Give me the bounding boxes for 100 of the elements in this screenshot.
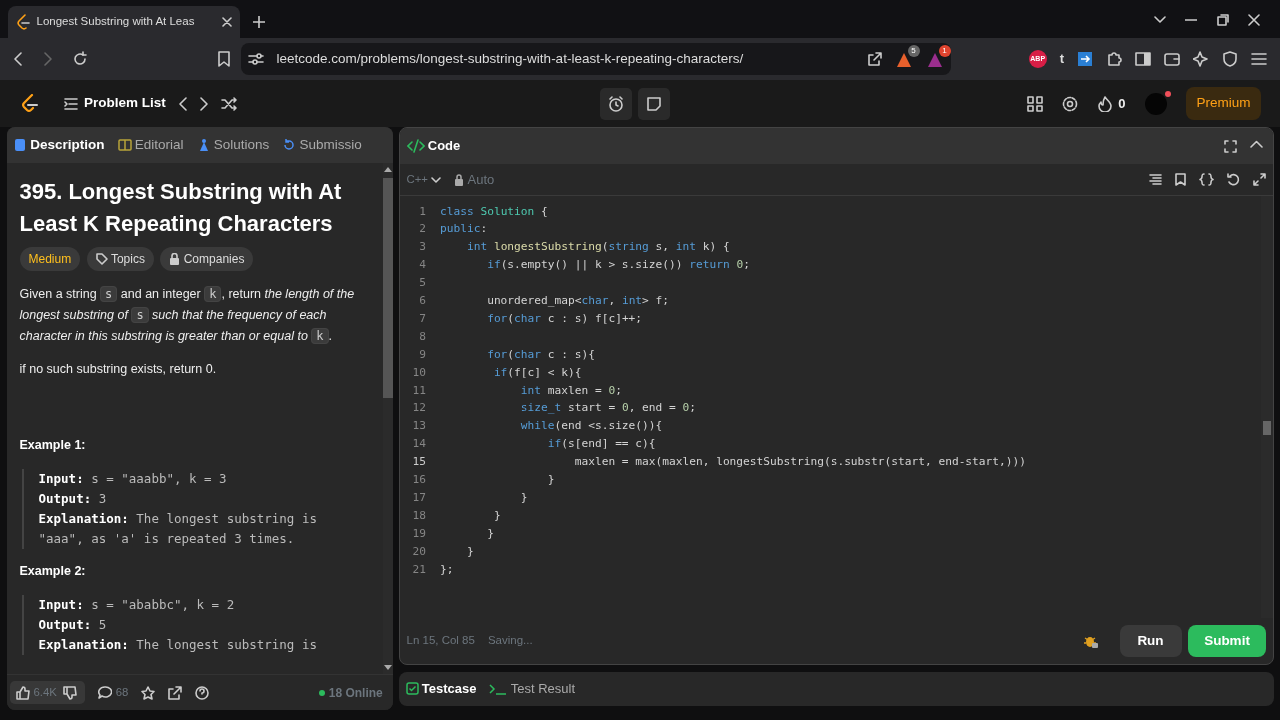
line-number: 21 xyxy=(411,561,427,578)
scrollbar-thumb[interactable] xyxy=(382,178,393,398)
line-number: 6 xyxy=(418,293,427,310)
problem-list-button[interactable]: Problem List xyxy=(63,93,166,114)
code-line: } xyxy=(492,507,501,524)
panel-tab[interactable]: Test Result xyxy=(489,678,575,699)
external-link-icon[interactable] xyxy=(168,685,183,700)
thumbs-down-icon[interactable] xyxy=(63,685,78,700)
line-number: 15 xyxy=(411,454,427,471)
scroll-down-icon[interactable] xyxy=(383,665,392,670)
history-icon xyxy=(282,138,297,152)
code-line: if(s[end] == c){ xyxy=(546,436,656,453)
code-line: for(char c : s){ xyxy=(486,346,595,363)
sparkle-icon[interactable] xyxy=(1193,51,1209,67)
restore-icon[interactable] xyxy=(1216,14,1229,26)
triangle-icon[interactable] xyxy=(926,52,943,69)
save-status: Saving... xyxy=(487,633,533,649)
problem-title: 395. Longest Substring with At Least K Repeating Characters xyxy=(19,178,343,238)
forward-icon[interactable] xyxy=(42,52,53,66)
list-icon xyxy=(63,97,78,110)
panel-tab[interactable]: Submissio xyxy=(282,134,362,156)
new-tab-icon[interactable] xyxy=(253,16,265,28)
leetcode-logo-icon xyxy=(16,14,30,30)
next-icon[interactable] xyxy=(199,96,208,111)
example-line: Input: s = "ababbc", k = 2 xyxy=(38,595,236,614)
flame-icon[interactable] xyxy=(1097,95,1112,112)
prev-icon[interactable] xyxy=(178,96,187,111)
problem-description: Given a string s and an integer k , return the length of the longest substring of s such that the frequency of each character in this substring is greater than or equal to k . xyxy=(19,284,356,346)
wallet-icon[interactable] xyxy=(1164,51,1180,67)
panel-tab[interactable]: Testcase xyxy=(405,678,477,699)
tag-button[interactable]: Topics xyxy=(86,246,154,271)
panel-tab[interactable]: Editorial xyxy=(117,134,184,156)
settings-icon[interactable] xyxy=(1062,95,1079,112)
site-settings-icon[interactable] xyxy=(247,52,264,66)
menu-icon[interactable] xyxy=(1251,52,1267,66)
code-line: class Solution { xyxy=(440,203,548,220)
shield-count: 5 xyxy=(907,45,920,57)
line-number: 12 xyxy=(411,400,427,417)
tag-icon xyxy=(95,252,108,265)
code-line: if(s.empty() || k > s.size()) return 0; xyxy=(486,257,750,274)
example-line: Explanation: The longest substring is xyxy=(38,635,318,654)
document-icon xyxy=(13,138,27,152)
panel-tab[interactable]: Solutions xyxy=(196,134,270,156)
undo-icon[interactable] xyxy=(1227,173,1240,186)
run-button[interactable]: Run xyxy=(1119,625,1182,657)
mode-label: Auto xyxy=(454,169,495,190)
scrollbar-thumb[interactable] xyxy=(1262,421,1271,435)
lock-icon xyxy=(169,252,181,265)
url-text: leetcode.com/problems/longest-substring-with-at-least-k-repeating-characters/ xyxy=(276,49,745,68)
premium-button[interactable]: Premium xyxy=(1186,87,1261,120)
example-line: Output: 3 xyxy=(38,490,108,508)
share-icon[interactable] xyxy=(866,51,883,67)
leetcode-logo-icon[interactable] xyxy=(19,93,38,114)
bookmark-icon[interactable] xyxy=(217,51,230,67)
shuffle-icon[interactable] xyxy=(220,96,237,111)
book-icon xyxy=(117,138,132,152)
tab-title: Longest Substring with At Leas xyxy=(36,14,196,30)
note-icon[interactable] xyxy=(646,95,663,112)
help-icon[interactable] xyxy=(195,685,210,700)
chevron-down-icon[interactable] xyxy=(1153,16,1166,24)
line-number: 13 xyxy=(411,418,427,435)
close-icon[interactable] xyxy=(222,17,232,27)
notification-dot xyxy=(1165,90,1171,97)
back-icon[interactable] xyxy=(13,52,23,66)
bookmark-icon[interactable] xyxy=(1175,173,1186,186)
extension-button[interactable]: t xyxy=(1059,49,1064,69)
extension-icon[interactable] xyxy=(1077,51,1093,67)
puzzle-icon[interactable] xyxy=(1106,51,1122,67)
line-number: 3 xyxy=(418,239,427,256)
code-line: } xyxy=(519,490,528,506)
code-icon xyxy=(406,139,425,153)
example-line: Explanation: The longest substring is "aaa", as 'a' is repeated 3 times. xyxy=(38,510,318,548)
star-icon[interactable] xyxy=(141,685,156,700)
browser-tab[interactable]: Longest Substring with At Leas xyxy=(8,6,240,38)
lock-icon xyxy=(454,173,465,186)
triangle-count: 1 xyxy=(938,45,951,57)
collapse-icon[interactable] xyxy=(1249,139,1263,148)
code-line: public: xyxy=(440,221,488,238)
tag-button[interactable]: Companies xyxy=(160,246,254,271)
alarm-icon[interactable] xyxy=(607,95,624,112)
checkbox-icon xyxy=(405,682,419,695)
braces-icon[interactable] xyxy=(1199,173,1214,186)
line-number: 9 xyxy=(418,346,427,363)
reload-icon[interactable] xyxy=(72,51,88,67)
expand-icon[interactable] xyxy=(1253,173,1266,186)
thumbs-up-icon xyxy=(16,685,31,700)
line-number: 11 xyxy=(411,382,427,399)
code-line: int longestSubstring(string s, int k) { xyxy=(465,239,730,256)
scroll-up-icon[interactable] xyxy=(383,167,392,172)
line-number: 19 xyxy=(411,525,427,542)
close-icon[interactable] xyxy=(1248,14,1260,26)
fullscreen-icon[interactable] xyxy=(1223,139,1237,153)
code-line: unordered_map<char, int> f; xyxy=(486,293,670,310)
code-line: } xyxy=(546,472,555,489)
layout-icon[interactable] xyxy=(1026,95,1043,112)
panel-tab[interactable]: Description xyxy=(13,134,105,156)
code-line: }; xyxy=(440,561,454,578)
format-icon[interactable] xyxy=(1149,173,1162,186)
sidebar-icon[interactable] xyxy=(1135,51,1151,67)
address-bar[interactable]: leetcode.com/problems/longest-substring-with-at-least-k-repeating-characters/ 5 1 xyxy=(241,43,951,75)
